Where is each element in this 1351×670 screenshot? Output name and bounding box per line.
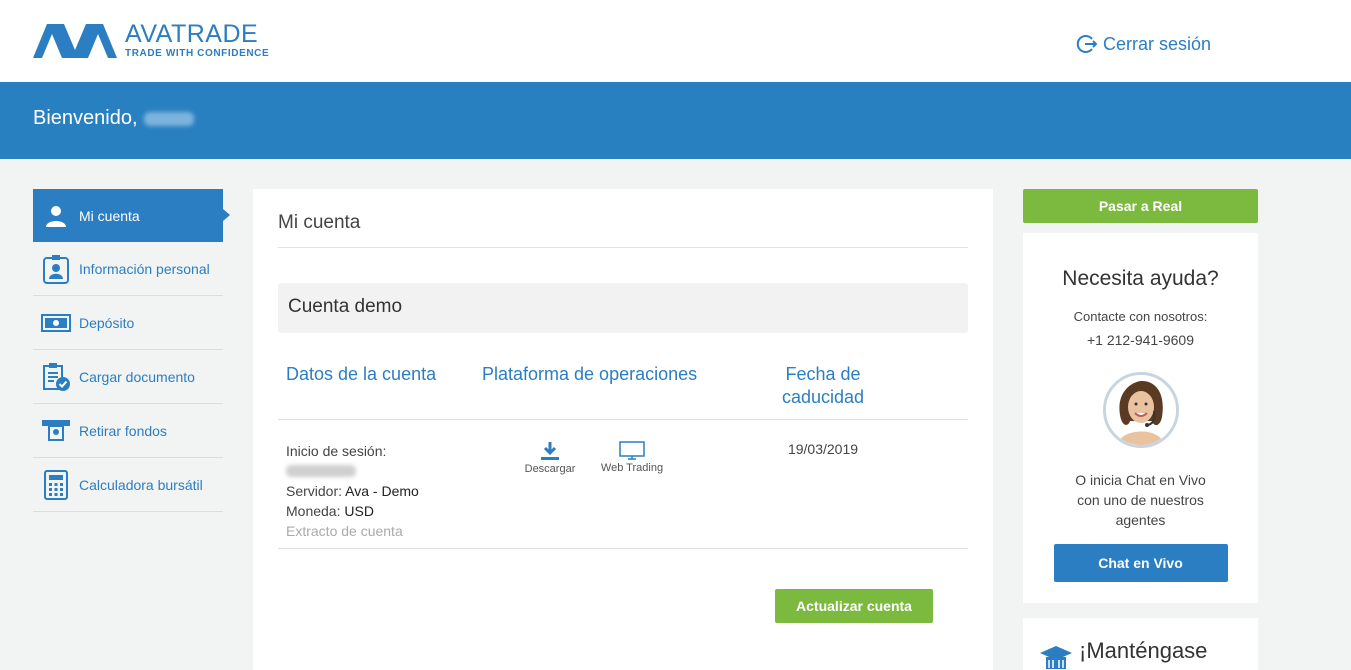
top-header: AVATRADE TRADE WITH CONFIDENCE Cerrar se… (0, 0, 1351, 82)
agent-photo-icon (1105, 375, 1176, 445)
id-badge-icon (41, 254, 71, 284)
user-icon (41, 201, 71, 231)
main-panel: Mi cuenta Cuenta demo Datos de la cuenta… (253, 189, 993, 670)
help-title: Necesita ayuda? (1062, 267, 1219, 290)
logo-tagline: TRADE WITH CONFIDENCE (125, 48, 270, 59)
sidebar-item-label: Cargar documento (79, 368, 195, 385)
support-agent-avatar (1102, 372, 1179, 448)
title-divider (278, 247, 968, 248)
logout-icon (1076, 35, 1097, 53)
welcome-label: Bienvenido, (33, 107, 138, 129)
page-title: Mi cuenta (278, 212, 361, 233)
stay-informed-title: ¡Manténgase (1079, 638, 1208, 663)
demo-account-title: Cuenta demo (288, 296, 403, 317)
banknote-icon (41, 308, 71, 338)
blurred-username (143, 111, 194, 126)
withdraw-icon (41, 416, 71, 446)
sidebar-item-deposit[interactable]: Depósito (33, 296, 223, 350)
demo-account-header: Cuenta demo (278, 283, 968, 333)
currency-value: USD (344, 503, 374, 519)
platform-web-trading[interactable]: Web Trading (596, 441, 668, 474)
chat-invite-text: O inicia Chat en Vivo con uno de nuestro… (1075, 472, 1206, 528)
blurred-login-id (286, 465, 356, 477)
column-header-account: Datos de la cuenta (286, 364, 437, 384)
sidebar-item-personal-info[interactable]: Información personal (33, 242, 223, 296)
sidebar-item-calculator[interactable]: Calculadora bursátil (33, 458, 223, 512)
expiry-date: 19/03/2019 (787, 441, 859, 457)
ava-logo-icon (33, 23, 117, 58)
avatrade-logo[interactable]: AVATRADE TRADE WITH CONFIDENCE (33, 22, 269, 59)
sidebar-item-label: Retirar fondos (79, 422, 167, 439)
sidebar-item-label: Calculadora bursátil (79, 476, 203, 493)
stay-informed-panel: ¡Manténgase (1023, 618, 1258, 670)
logout-label: Cerrar sesión (1103, 33, 1212, 54)
sidebar-item-upload-document[interactable]: Cargar documento (33, 350, 223, 404)
server-label: Servidor: (286, 483, 343, 499)
table-divider (278, 419, 968, 420)
column-header-platform: Plataforma de operaciones (482, 364, 698, 384)
web-trading-label: Web Trading (600, 462, 664, 474)
logo-wordmark: AVATRADE (125, 20, 259, 48)
table-divider (278, 548, 968, 549)
help-panel: Necesita ayuda? Contacte con nosotros: +… (1023, 233, 1258, 603)
monitor-icon (619, 441, 645, 460)
update-account-button[interactable]: Actualizar cuenta (775, 589, 933, 623)
account-statement-link[interactable]: Extracto de cuenta (286, 523, 403, 539)
logout-button[interactable]: Cerrar sesión (1075, 33, 1211, 55)
contact-label: Contacte con nosotros: (1073, 309, 1208, 324)
download-icon (541, 442, 559, 460)
welcome-banner: Bienvenido, (0, 82, 1351, 159)
sidebar-item-my-account[interactable]: Mi cuenta (33, 189, 230, 242)
sidebar-item-withdraw-funds[interactable]: Retirar fondos (33, 404, 223, 458)
login-label: Inicio de sesión: (286, 443, 387, 459)
currency-label: Moneda: (286, 503, 341, 519)
phone-number[interactable]: +1 212-941-9609 (1023, 332, 1258, 348)
sidebar-item-label: Información personal (79, 260, 210, 277)
live-chat-button[interactable]: Chat en Vivo (1053, 544, 1228, 582)
platform-download[interactable]: Descargar (522, 441, 578, 475)
sidebar-nav: Mi cuenta Información personal Depósito … (33, 189, 230, 512)
clipboard-check-icon (41, 362, 71, 392)
server-value: Ava - Demo (345, 483, 419, 499)
account-details: Inicio de sesión: Servidor: Ava - Demo M… (286, 441, 419, 541)
sidebar-item-label: Mi cuenta (79, 207, 140, 224)
graduation-cap-icon (1040, 646, 1072, 669)
download-label: Descargar (524, 463, 576, 475)
sidebar-item-label: Depósito (79, 314, 135, 331)
column-header-expiry: Fecha de caducidad (781, 364, 865, 407)
welcome-text: Bienvenido, (33, 107, 194, 130)
go-real-button[interactable]: Pasar a Real (1023, 189, 1258, 223)
calculator-icon (41, 469, 71, 500)
